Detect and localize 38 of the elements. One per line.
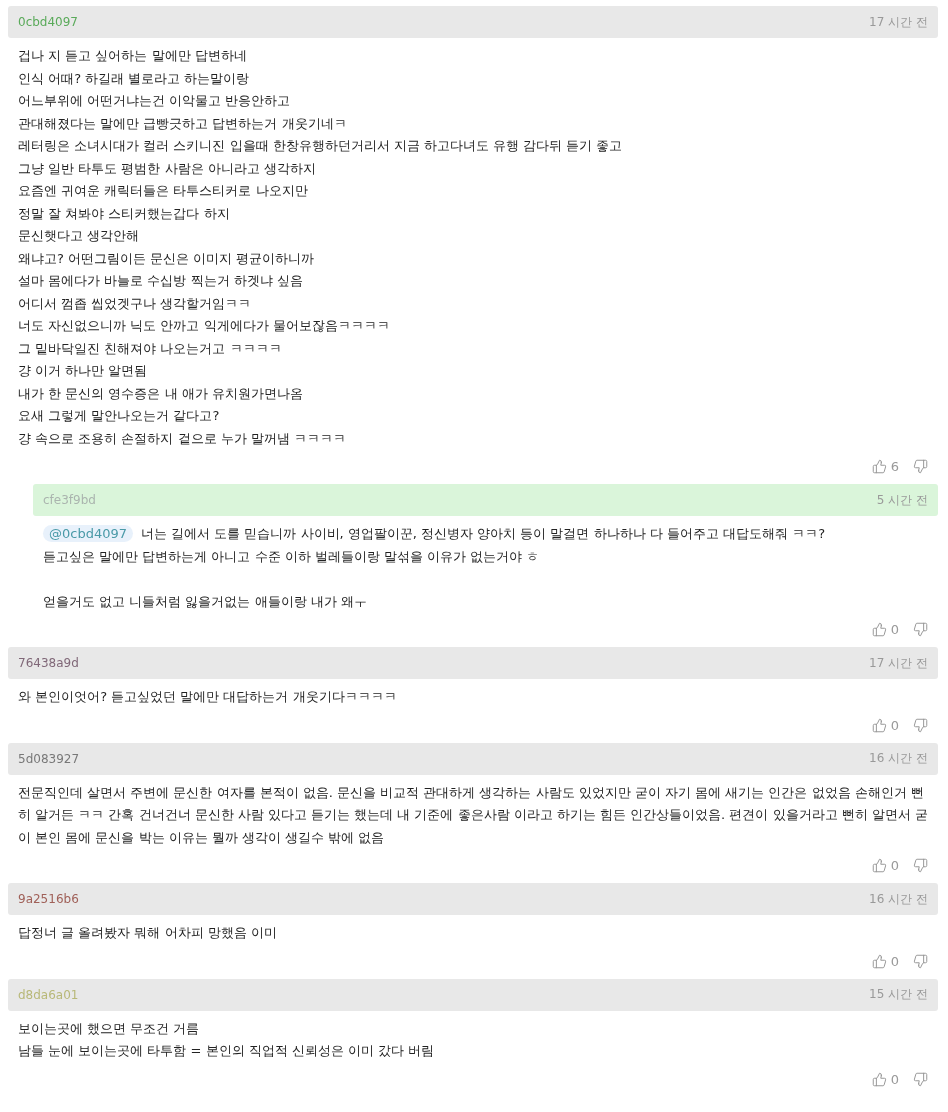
dislike-button[interactable] bbox=[913, 459, 928, 474]
like-count: 0 bbox=[890, 622, 899, 637]
like-count: 0 bbox=[890, 1071, 899, 1087]
author-name: 5d083927 bbox=[18, 751, 80, 766]
comment-text: 전문직인데 살면서 주변에 문신한 여자를 본적이 없음. 문신을 비교적 관대하게 생각하는 사람도 있었지만 굳이 자기 몸에 새기는 인간은 없었음 손해인거 뻔히 알거든 ㅋㅋ 간혹 건너건너 문신한 사람 있다고 듣기는 했는데 내 기준에 좋은사람 이라고 하기는 힘든 인간상들이었음. 편견이 있을거라고 뻔히 알면서 굳이 본인 몸에 문신을 박는 이유는 뭘까 생각이 생길수 밖에 없음 bbox=[18, 783, 928, 847]
comment-text: 와 본인이엇어? 듣고싶었던 말에만 대답하는거 개웃기다ㅋㅋㅋㅋ bbox=[18, 688, 398, 706]
like-button[interactable] bbox=[871, 953, 887, 969]
timestamp: 17 시간 전 bbox=[869, 13, 928, 31]
like-count: 6 bbox=[890, 459, 899, 474]
dislike-button[interactable] bbox=[913, 1071, 928, 1087]
like-button[interactable] bbox=[871, 622, 887, 637]
mention-link[interactable]: @0cbd4097 bbox=[43, 525, 133, 542]
author-name: 76438a9d bbox=[18, 656, 79, 670]
comment-text: 얻을거도 없고 니들처럼 잃을거없는 애들이랑 내가 왜ㅜ bbox=[43, 592, 368, 611]
author-name: d8da6a01 bbox=[18, 987, 79, 1002]
like-count: 0 bbox=[890, 717, 899, 733]
like-count: 0 bbox=[890, 953, 899, 969]
timestamp: 5 시간 전 bbox=[876, 491, 928, 509]
like-count: 0 bbox=[890, 858, 899, 873]
author-name: 9a2516b6 bbox=[18, 892, 79, 906]
comment-text: 겁나 지 듣고 싶어하는 말에만 답변하네 인식 어때? 하길래 별로라고 하는말이랑 어느부위에 어떤거냐는건 이악물고 반응안하고 관대해졌다는 말에만 급빵긋하고 답변하는거 개웃기네ㅋ 레터링은 소녀시대가 컬러 스키니진 입을때 한창유행하던거리서 지금 하고다녀도 유행 감다뒤 듣기 좋고 그냥 일반 타투도 평범한 사람은 아니라고 생각하지 요즘엔 귀여운 캐릭터들은 타투스티커로 나오지만 정말 잘 쳐봐야 스티커했는갑다 하지 문신햇다고 생각안해 왜냐고? 어떤그림이든 문신은 이미지 평균이하니까 설마 몸에다가 바늘로 수십방 찍는거 하겟냐 싶음 어디서 껌좁 씹었겟구나 생각할거임ㅋㅋ 너도 자신없으니까 닉도 안까고 익게에다가 물어보잖음ㅋㅋㅋㅋ 그 밑바닥일진 친해져야 나오는거고 ㅋㅋㅋㅋ 걍 이거 하나만 알면됨 내가 한 문신의 영수증은 내 애가 유치원가면나옴 요새 그렇게 말안나오는거 같다고? 걍 속으로 조용히 손절하지 겉으로 누가 말꺼냄 ㅋㅋㅋㅋ bbox=[18, 47, 624, 448]
dislike-button[interactable] bbox=[913, 622, 928, 637]
timestamp: 16 시간 전 bbox=[869, 750, 928, 767]
author-name: cfe3f9bd bbox=[43, 493, 96, 507]
dislike-button[interactable] bbox=[913, 717, 928, 733]
dislike-button[interactable] bbox=[913, 953, 928, 969]
like-button[interactable] bbox=[871, 1071, 887, 1087]
timestamp: 17 시간 전 bbox=[869, 654, 928, 672]
like-button[interactable] bbox=[871, 459, 887, 474]
like-button[interactable] bbox=[871, 858, 887, 873]
timestamp: 15 시간 전 bbox=[869, 986, 928, 1003]
comment-text: 답정너 글 올려봤자 뭐해 어차피 망했음 이미 bbox=[18, 924, 278, 942]
author-name: 0cbd4097 bbox=[18, 15, 78, 29]
timestamp: 16 시간 전 bbox=[869, 890, 928, 908]
like-button[interactable] bbox=[871, 717, 887, 733]
comment-text: 보이는곳에 했으면 무조건 거름 남들 눈에 보이는곳에 타투함 = 본인의 직업적 신뢰성은 이미 갔다 버림 bbox=[18, 1019, 436, 1060]
dislike-button[interactable] bbox=[913, 858, 928, 873]
comment-text: @0cbd4097 너는 길에서 도를 믿습니까 사이비, 영업팔이꾼, 정신병자 양아치 등이 말걸면 하나하나 다 들어주고 대답도해줘 ㅋㅋ? 듣고싶은 말에만 답변하는게 아니고 수준 이하 벌레들이랑 말섞을 이유가 없는거야 ㅎ bbox=[43, 524, 827, 566]
